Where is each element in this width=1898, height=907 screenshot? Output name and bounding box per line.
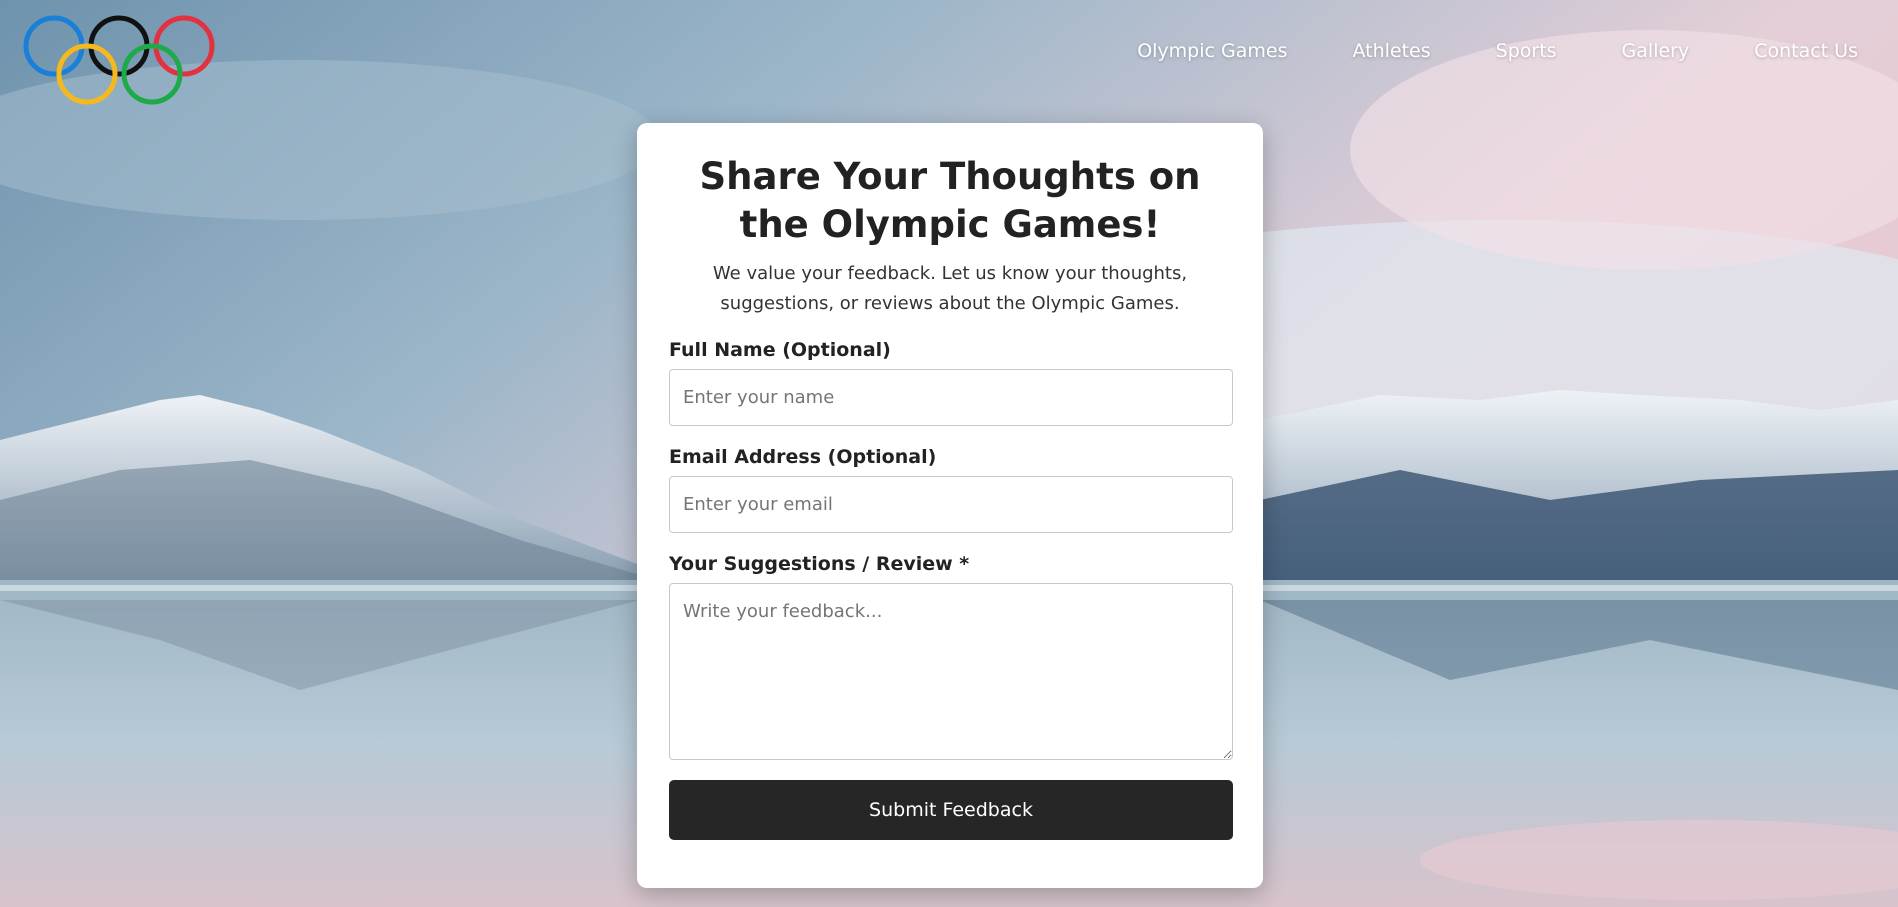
nav-sports-link[interactable]: Sports [1496, 40, 1557, 62]
nav-athletes-link[interactable]: Athletes [1352, 40, 1430, 62]
ring-green-icon [121, 43, 183, 105]
form-intro-text: We value your feedback. Let us know your… [712, 263, 1188, 314]
feedback-textarea[interactable] [669, 583, 1233, 760]
nav-olympic-games-link[interactable]: Olympic Games [1137, 40, 1287, 62]
nav-contact-us-link[interactable]: Contact Us [1754, 40, 1858, 62]
feedback-field-group: Your Suggestions / Review * [669, 553, 1233, 764]
feedback-label: Your Suggestions / Review * [669, 553, 970, 575]
form-title: Share Your Thoughts on the Olympic Games… [699, 155, 1201, 246]
olympic-rings-icon[interactable] [22, 14, 218, 106]
submit-feedback-button[interactable]: Submit Feedback [669, 780, 1233, 840]
name-input[interactable] [669, 369, 1233, 426]
main-nav: Olympic Games Athletes Sports Gallery Co… [1137, 40, 1858, 62]
ring-yellow-icon [56, 43, 118, 105]
ring-blue-icon [23, 15, 85, 77]
email-field-group: Email Address (Optional) [669, 446, 1233, 533]
name-field-group: Full Name (Optional) [669, 339, 1233, 426]
email-input[interactable] [669, 476, 1233, 533]
email-label: Email Address (Optional) [669, 446, 937, 468]
ring-black-icon [88, 15, 150, 77]
nav-gallery-link[interactable]: Gallery [1622, 40, 1690, 62]
name-label: Full Name (Optional) [669, 339, 891, 361]
ring-red-icon [153, 15, 215, 77]
feedback-form: Share Your Thoughts on the Olympic Games… [637, 123, 1263, 888]
page: Olympic Games Athletes Sports Gallery Co… [0, 0, 1898, 907]
